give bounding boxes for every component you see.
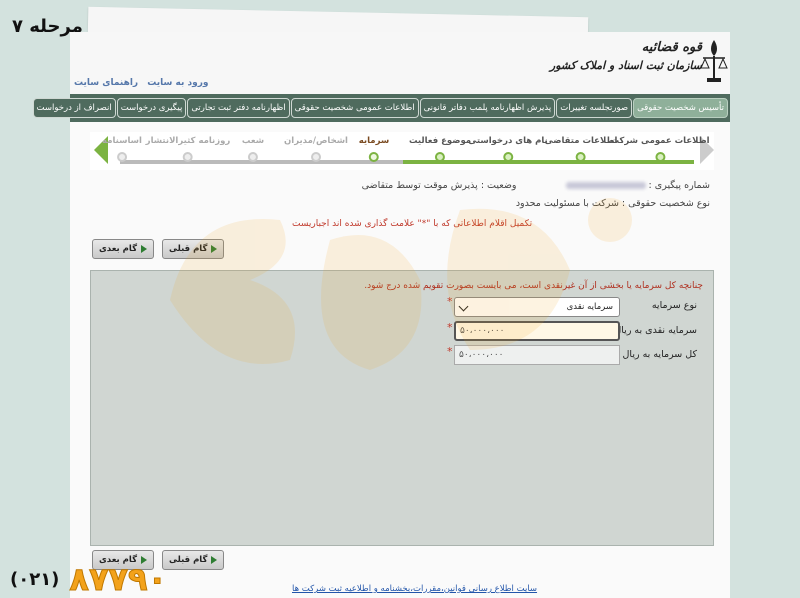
status-text: وضعیت : پذیرش موقت توسط متقاضی bbox=[361, 180, 517, 191]
chevron-down-icon bbox=[458, 301, 469, 312]
wizard-step-newspaper: روزنامه کثیرالانتشار bbox=[146, 136, 230, 162]
nav-change-minutes[interactable]: صورتجلسه تغییرات bbox=[556, 98, 633, 118]
wizard-step-capital[interactable]: سرمایه bbox=[359, 136, 389, 162]
org-line1: قوه قضائیه bbox=[641, 40, 702, 55]
play-icon bbox=[211, 245, 218, 253]
wizard-step-applicant[interactable]: اطلاعات متقاضی bbox=[545, 136, 617, 162]
org-name: قوه قضائیه سازمان ثبت اسناد و املاک کشور bbox=[550, 40, 702, 72]
wizard-step-persons: اشخاص/مدیران bbox=[284, 136, 348, 162]
cash-capital-label: سرمایه نقدی به ریال bbox=[614, 325, 697, 336]
required-star: * bbox=[447, 295, 453, 308]
capital-type-label: نوع سرمایه bbox=[651, 300, 697, 311]
capital-form-panel: چنانچه کل سرمایه یا بخشی از آن غیرنقدی ا… bbox=[90, 270, 714, 546]
required-star: * bbox=[447, 345, 453, 358]
prev-step-button-bottom[interactable]: گام قبلی bbox=[162, 550, 225, 570]
nav-company-establishment[interactable]: تأسیس شخصیت حقوقی bbox=[633, 98, 728, 118]
wizard-step-activity[interactable]: موضوع فعالیت bbox=[409, 136, 471, 162]
capital-type-select[interactable]: سرمایه نقدی bbox=[454, 297, 620, 317]
next-step-button[interactable]: گام بعدی bbox=[92, 239, 155, 259]
footer-info-link[interactable]: سایت اطلاع رسانی قوانین،مقررات،بخشنامه و… bbox=[292, 584, 537, 594]
org-line2: سازمان ثبت اسناد و املاک کشور bbox=[549, 59, 702, 72]
browser-page: ورود به سایت راهنمای سایت قوه قضائیه ساز… bbox=[32, 32, 730, 598]
wizard-step-names[interactable]: نام های درخواستی bbox=[468, 136, 548, 162]
wizard-step-company-info[interactable]: اطلاعات عمومی شرکت bbox=[610, 136, 710, 162]
required-star: * bbox=[447, 321, 453, 334]
phone-area-code: (۰۲۱) bbox=[10, 568, 60, 590]
prev-step-button[interactable]: گام قبلی bbox=[162, 239, 225, 259]
nav-ledger-sealing[interactable]: پذیرش اظهارنامه پلمب دفاتر قانونی bbox=[419, 98, 556, 118]
tracking-label: شماره پیگیری : bbox=[648, 180, 710, 191]
tracking-number-redacted bbox=[565, 182, 646, 189]
required-note: تکمیل اقلام اطلاعاتی که با "*" علامت گذا… bbox=[292, 219, 533, 229]
wizard-step-branches: شعب bbox=[242, 136, 264, 162]
top-links: ورود به سایت راهنمای سایت bbox=[74, 78, 215, 88]
login-link[interactable]: ورود به سایت bbox=[147, 78, 208, 88]
step-wizard: اطلاعات عمومی شرکت اطلاعات متقاضی نام ها… bbox=[90, 132, 714, 170]
total-capital-label: کل سرمایه به ریال bbox=[622, 349, 697, 360]
entity-type: نوع شخصیت حقوقی : شرکت با مسئولیت محدود bbox=[515, 198, 710, 209]
main-nav: تأسیس شخصیت حقوقی صورتجلسه تغییرات پذیرش… bbox=[32, 94, 730, 122]
phone-number: ۸۷۷۹۰ bbox=[69, 560, 168, 598]
play-icon bbox=[211, 556, 218, 564]
help-link[interactable]: راهنمای سایت bbox=[74, 78, 138, 88]
emblem-icon bbox=[700, 40, 728, 82]
wizard-step-statute: اساسنامه bbox=[102, 136, 142, 162]
nav-entity-info[interactable]: اطلاعات عمومی شخصیت حقوقی bbox=[290, 98, 419, 118]
site-header: ورود به سایت راهنمای سایت قوه قضائیه ساز… bbox=[70, 32, 730, 94]
total-capital-input[interactable]: ۵۰،۰۰۰،۰۰۰ bbox=[454, 345, 620, 365]
phone-watermark: (۰۲۱) ۸۷۷۹۰ bbox=[10, 560, 167, 598]
capital-note: چنانچه کل سرمایه یا بخشی از آن غیرنقدی ا… bbox=[364, 281, 703, 291]
nav-cancel-request[interactable]: انصراف از درخواست bbox=[32, 98, 116, 118]
nav-track-request[interactable]: پیگیری درخواست bbox=[116, 98, 187, 118]
tracking-info: شماره پیگیری : وضعیت : پذیرش موقت توسط م… bbox=[362, 180, 710, 191]
cash-capital-input[interactable]: ۵۰،۰۰۰،۰۰۰ bbox=[454, 321, 620, 341]
play-icon bbox=[141, 245, 148, 253]
nav-commercial-register[interactable]: اظهارنامه دفتر ثبت تجارتی bbox=[187, 98, 290, 118]
